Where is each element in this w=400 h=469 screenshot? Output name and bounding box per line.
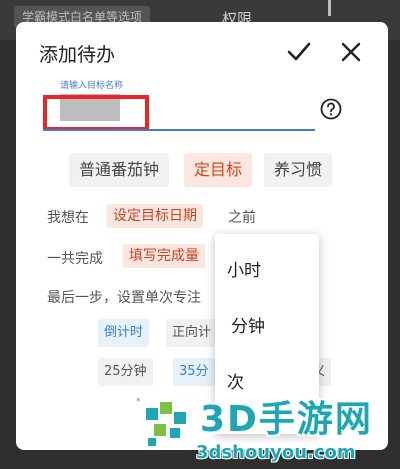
last-step-text: 最后一步，设置单次专注 xyxy=(47,290,201,306)
amount-prefix: 一共完成 xyxy=(47,251,103,267)
menu-item-minute[interactable]: 分钟 xyxy=(231,312,265,337)
menu-item-hour[interactable]: 小时 xyxy=(227,256,261,281)
duration-35-option[interactable]: 35分 xyxy=(173,358,215,386)
check-icon[interactable] xyxy=(282,35,316,69)
chip-normal-pomodoro[interactable]: 普通番茄钟 xyxy=(69,153,170,187)
deadline-suffix: 之前 xyxy=(228,210,256,226)
set-goal-date-button[interactable]: 设定目标日期 xyxy=(107,204,203,228)
watermark-logo-icon xyxy=(146,402,186,446)
highlight-box xyxy=(43,95,149,131)
deadline-prefix: 我想在 xyxy=(47,210,89,226)
question-circle-icon[interactable] xyxy=(320,98,342,120)
note-text: * xyxy=(136,397,141,407)
watermark-domain: 3dshouyou.com xyxy=(196,442,356,463)
name-field-label: 请输入目标名称 xyxy=(60,81,124,91)
background-arrow-icon xyxy=(328,0,331,16)
menu-item-times[interactable]: 次 xyxy=(227,368,244,393)
watermark: 3D手游网 3dshouyou.com xyxy=(144,398,396,466)
chip-build-habit[interactable]: 养习惯 xyxy=(264,153,333,187)
count-up-option[interactable]: 正向计 xyxy=(166,319,218,347)
close-icon[interactable] xyxy=(334,35,368,69)
name-field-underline xyxy=(43,129,315,131)
countdown-option[interactable]: 倒计时 xyxy=(98,319,150,347)
duration-25-option[interactable]: 25分钟 xyxy=(98,358,153,386)
chip-set-goal[interactable]: 定目标 xyxy=(184,153,253,187)
add-todo-dialog: 添加待办 请输入目标名称 普通番茄钟 定目标 养习惯 我想在 设定目标日期 之前… xyxy=(16,22,388,450)
dialog-title: 添加待办 xyxy=(39,44,116,66)
fill-amount-button[interactable]: 填写完成量 xyxy=(123,244,205,268)
watermark-brand: 3D手游网 xyxy=(200,399,373,440)
